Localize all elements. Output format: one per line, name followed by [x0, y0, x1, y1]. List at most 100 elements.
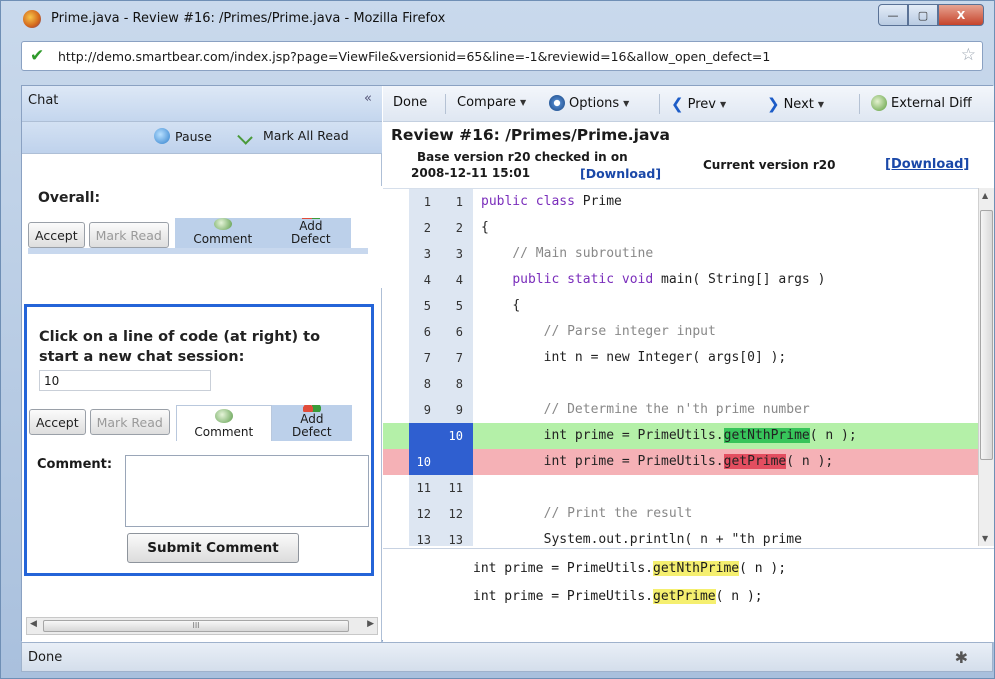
scroll-up-icon[interactable]: ▲: [982, 191, 988, 200]
detail-highlight: getNthPrime: [653, 561, 740, 576]
new-line-number: 5: [455, 299, 463, 313]
detail-text: ( n );: [715, 589, 763, 604]
code-view[interactable]: 1 1 public class Prime 2 2{3 3 // Main subrou…: [383, 188, 978, 546]
scrollbar-thumb[interactable]: III: [43, 620, 349, 632]
code-text: int prime = PrimeUtils.getPrime( n );: [481, 449, 833, 475]
toolbar-separator: [859, 94, 860, 114]
code-line[interactable]: 9 9 // Determine the n'th prime number: [383, 397, 978, 423]
code-line[interactable]: 10 int prime = PrimeUtils.getNthPrime( n…: [383, 423, 978, 449]
changed-token: getNthPrime: [723, 428, 810, 443]
window-controls: — ▢ X: [878, 4, 984, 28]
next-button[interactable]: ❯ Next ▼: [767, 95, 824, 113]
old-line-number: 11: [416, 481, 431, 495]
code-line[interactable]: 1 1 public class Prime: [383, 189, 978, 215]
done-button[interactable]: Done: [393, 95, 427, 110]
code-line[interactable]: 5 5 {: [383, 293, 978, 319]
session-actions: Accept Mark Read Comment Add Defect: [29, 405, 369, 441]
code-keyword: public class: [481, 194, 583, 209]
add-defect-tab[interactable]: Add Defect: [271, 405, 352, 441]
base-download-link[interactable]: [Download]: [580, 166, 661, 181]
code-content: int n = new Integer( args[0] );: [543, 350, 787, 365]
comment-icon: [214, 409, 233, 423]
external-diff-button[interactable]: External Diff: [871, 95, 972, 111]
accept-button[interactable]: Accept: [29, 409, 86, 435]
scroll-down-icon[interactable]: ▼: [982, 534, 988, 543]
checkmark-icon: [240, 129, 258, 143]
mark-all-read-button[interactable]: Mark All Read: [240, 128, 349, 143]
comment-textarea[interactable]: [125, 455, 369, 527]
external-diff-label: External Diff: [891, 95, 972, 111]
changed-token: getPrime: [723, 454, 787, 469]
collapse-chat-icon[interactable]: «: [364, 91, 372, 106]
comment-tab-label: Comment: [193, 232, 253, 246]
bookmark-star-icon[interactable]: ☆: [961, 45, 976, 65]
chat-header: Chat «: [22, 86, 382, 122]
toolbar-separator: [445, 94, 446, 114]
code-line[interactable]: 6 6 // Parse integer input: [383, 319, 978, 345]
code-line[interactable]: 12 12 // Print the result: [383, 501, 978, 527]
review-header: Review #16: /Primes/Prime.java Base vers…: [383, 122, 994, 186]
detail-old-line: int prime = PrimeUtils.getPrime( n );: [473, 589, 763, 604]
code-text: public class Prime: [481, 189, 622, 215]
old-line-number: 10: [416, 455, 431, 469]
new-line-number: 3: [455, 247, 463, 261]
old-line-number: 2: [423, 221, 431, 235]
mark-read-button[interactable]: Mark Read: [89, 409, 170, 435]
scroll-left-icon[interactable]: ◀: [30, 619, 37, 629]
overall-actions: Accept Mark Read Comment Add Defect: [28, 218, 368, 254]
code-line[interactable]: 13 13 System.out.println( n + "th prime: [383, 527, 978, 546]
maximize-button[interactable]: ▢: [908, 4, 938, 26]
code-text: // Print the result: [481, 501, 693, 527]
new-line-number: 11: [448, 481, 463, 495]
current-version-info: Current version r20: [703, 158, 836, 172]
chat-horizontal-scrollbar[interactable]: ◀ III ▶: [26, 617, 378, 635]
pause-button[interactable]: Pause: [154, 128, 212, 144]
dropdown-arrow-icon: ▼: [817, 99, 825, 109]
prev-label: Prev: [687, 96, 716, 112]
status-text: Done: [28, 650, 63, 665]
code-line[interactable]: 3 3 // Main subroutine: [383, 241, 978, 267]
mark-read-button[interactable]: Mark Read: [88, 222, 169, 248]
add-defect-label-2: Defect: [291, 232, 331, 246]
scroll-right-icon[interactable]: ▶: [367, 619, 374, 629]
line-number-field[interactable]: 10: [39, 370, 211, 391]
next-arrow-icon: ❯: [767, 95, 780, 113]
current-download-link[interactable]: [Download]: [885, 157, 969, 172]
code-text: int n = new Integer( args[0] );: [481, 345, 787, 371]
add-defect-tab[interactable]: Add Defect: [270, 218, 351, 248]
title-bar: Prime.java - Review #16: /Primes/Prime.j…: [1, 1, 994, 37]
old-line-number: 9: [423, 403, 431, 417]
scrollbar-thumb[interactable]: [980, 210, 993, 460]
code-text: // Main subroutine: [481, 241, 653, 267]
new-line-number: 8: [455, 377, 463, 391]
options-dropdown[interactable]: Options ▼: [549, 95, 629, 111]
firefox-logo-icon: [23, 10, 41, 28]
comment-tab[interactable]: Comment: [174, 218, 271, 248]
dropdown-arrow-icon: ▼: [719, 99, 727, 109]
url-text[interactable]: http://demo.smartbear.com/index.jsp?page…: [58, 49, 770, 64]
accept-button[interactable]: Accept: [28, 222, 85, 248]
address-bar[interactable]: ✔ http://demo.smartbear.com/index.jsp?pa…: [21, 41, 983, 71]
code-line[interactable]: 88: [383, 371, 978, 397]
code-vertical-scrollbar[interactable]: ▲ ▼: [978, 188, 994, 546]
minimize-button[interactable]: —: [878, 4, 908, 26]
code-line[interactable]: 2 2 {: [383, 215, 978, 241]
code-line[interactable]: 4 4 public static void main( String[] arg…: [383, 267, 978, 293]
compare-dropdown[interactable]: Compare ▼: [457, 95, 526, 110]
prev-button[interactable]: ❮ Prev ▼: [671, 95, 726, 113]
code-line[interactable]: 11 11: [383, 475, 978, 501]
submit-comment-button[interactable]: Submit Comment: [127, 533, 299, 563]
code-content: ( n );: [786, 454, 834, 469]
close-button[interactable]: X: [938, 4, 984, 26]
comment-tab[interactable]: Comment: [175, 405, 272, 441]
new-line-number: 10: [448, 429, 463, 443]
code-line[interactable]: 7 7 int n = new Integer( args[0] );: [383, 345, 978, 371]
code-line[interactable]: 10 int prime = PrimeUtils.getPrime( n );: [383, 449, 978, 475]
